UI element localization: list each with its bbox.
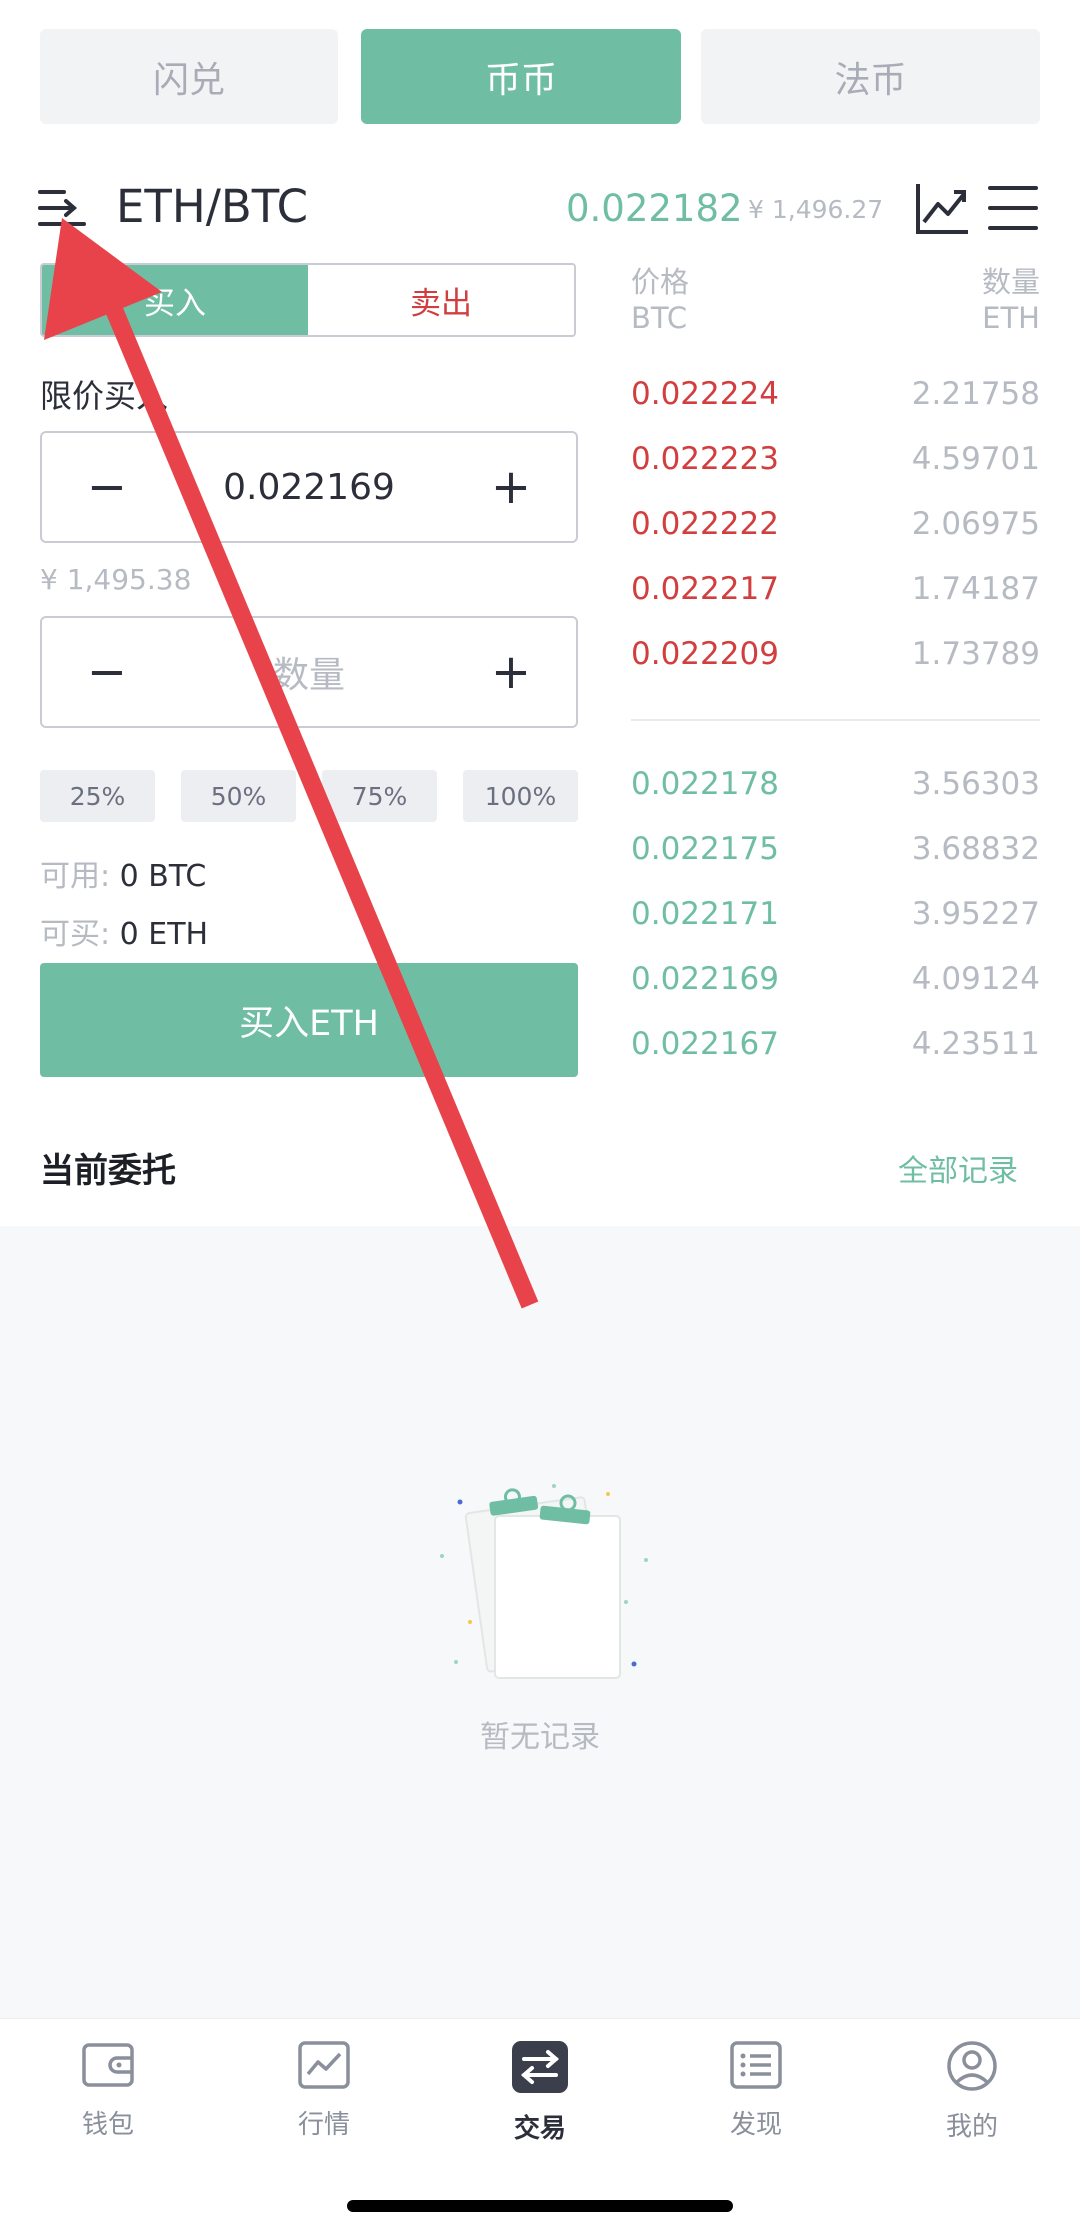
ask-qty: 4.59701	[911, 441, 1040, 477]
nav-label: 钱包	[81, 2110, 134, 2140]
ask-price: 0.022224	[631, 376, 779, 412]
home-indicator	[347, 2200, 733, 2212]
wallet-icon	[82, 2043, 134, 2087]
price-increment-button[interactable]: +	[486, 463, 536, 511]
available-balance: 可用: 0 BTC	[40, 851, 206, 895]
amount-stepper: − 数量 +	[40, 616, 578, 728]
ask-row[interactable]: 0.022223 4.59701	[631, 441, 1040, 477]
order-type-label[interactable]: 限价买入	[40, 371, 168, 417]
bid-price: 0.022175	[631, 831, 779, 867]
qty-header-unit: ETH	[982, 301, 1040, 335]
nav-profile[interactable]: 我的	[864, 2040, 1080, 2143]
nav-wallet[interactable]: 钱包	[0, 2040, 216, 2141]
sell-tab[interactable]: 卖出	[308, 265, 574, 335]
nav-market[interactable]: 行情	[216, 2040, 432, 2141]
percent-25-button[interactable]: 25%	[40, 770, 155, 822]
qty-header-label: 数量	[981, 265, 1040, 299]
can-buy-label: 可买:	[40, 917, 111, 952]
bid-qty: 3.56303	[911, 766, 1040, 802]
bid-qty: 3.68832	[911, 831, 1040, 867]
ask-qty: 2.21758	[911, 376, 1040, 412]
nav-discover[interactable]: 发现	[648, 2040, 864, 2141]
last-price-cny: ¥ 1,496.27	[748, 195, 884, 224]
current-orders-title: 当前委托	[40, 1151, 176, 1191]
can-buy-value: 0 ETH	[119, 917, 209, 952]
last-price: 0.022182	[566, 187, 743, 230]
nav-label: 行情	[297, 2110, 350, 2140]
tab-flash-exchange[interactable]: 闪兑	[40, 29, 338, 124]
nav-label: 我的	[945, 2112, 998, 2142]
nav-label: 交易	[513, 2114, 566, 2144]
order-book-divider	[631, 719, 1040, 721]
market-icon	[298, 2041, 350, 2089]
buy-tab[interactable]: 买入	[42, 265, 308, 335]
list-toggle-icon[interactable]	[38, 184, 90, 236]
tab-coin-coin[interactable]: 币币	[361, 29, 681, 124]
all-records-link[interactable]: 全部记录	[898, 1146, 1018, 1190]
chart-icon[interactable]	[914, 180, 970, 236]
available-label: 可用:	[40, 859, 111, 894]
nav-label: 发现	[729, 2110, 782, 2140]
bid-price: 0.022171	[631, 896, 779, 932]
available-value: 0 BTC	[119, 859, 207, 894]
order-book-price-header: 价格 BTC	[631, 264, 689, 336]
ask-price: 0.022223	[631, 441, 779, 477]
percent-buttons: 25% 50% 75% 100%	[40, 770, 578, 822]
empty-records-text: 暂无记录	[480, 1720, 600, 1755]
ask-price: 0.022209	[631, 636, 779, 672]
ask-row[interactable]: 0.022224 2.21758	[631, 376, 1040, 412]
amount-input[interactable]: 数量	[273, 646, 345, 698]
can-buy-amount: 可买: 0 ETH	[40, 909, 208, 953]
bid-price: 0.022178	[631, 766, 779, 802]
ask-qty: 1.73789	[911, 636, 1040, 672]
bid-row[interactable]: 0.022175 3.68832	[631, 831, 1040, 867]
ask-row[interactable]: 0.022217 1.74187	[631, 571, 1040, 607]
amount-increment-button[interactable]: +	[486, 648, 536, 696]
ask-qty: 2.06975	[911, 506, 1040, 542]
menu-icon[interactable]	[988, 184, 1038, 232]
bid-row[interactable]: 0.022167 4.23511	[631, 1026, 1040, 1062]
ask-price: 0.022217	[631, 571, 779, 607]
percent-100-button[interactable]: 100%	[463, 770, 578, 822]
order-book-qty-header: 数量 ETH	[930, 264, 1040, 336]
bid-qty: 3.95227	[911, 896, 1040, 932]
buy-eth-button[interactable]: 买入ETH	[40, 963, 578, 1077]
bid-price: 0.022169	[631, 961, 779, 997]
bid-row[interactable]: 0.022169 4.09124	[631, 961, 1040, 997]
ask-row[interactable]: 0.022222 2.06975	[631, 506, 1040, 542]
ask-qty: 1.74187	[911, 571, 1040, 607]
price-decrement-button[interactable]: −	[82, 463, 132, 511]
price-cny-estimate: ¥ 1,495.38	[40, 563, 192, 596]
price-input[interactable]: 0.022169	[223, 467, 395, 508]
trade-icon	[512, 2041, 568, 2093]
bid-qty: 4.23511	[911, 1026, 1040, 1062]
empty-clipboard-icon	[440, 1484, 648, 1679]
price-header-unit: BTC	[631, 301, 688, 335]
ask-row[interactable]: 0.022209 1.73789	[631, 636, 1040, 672]
bid-row[interactable]: 0.022178 3.56303	[631, 766, 1040, 802]
buy-sell-toggle: 买入 卖出	[40, 263, 576, 337]
percent-50-button[interactable]: 50%	[181, 770, 296, 822]
ask-price: 0.022222	[631, 506, 779, 542]
bid-price: 0.022167	[631, 1026, 779, 1062]
nav-trade[interactable]: 交易	[432, 2040, 648, 2145]
percent-75-button[interactable]: 75%	[322, 770, 437, 822]
profile-icon	[947, 2041, 997, 2091]
bid-row[interactable]: 0.022171 3.95227	[631, 896, 1040, 932]
discover-icon	[730, 2041, 782, 2089]
amount-decrement-button[interactable]: −	[82, 648, 132, 696]
trading-pair-title[interactable]: ETH/BTC	[116, 180, 308, 233]
bid-qty: 4.09124	[911, 961, 1040, 997]
price-header-label: 价格	[631, 265, 690, 299]
tab-fiat[interactable]: 法币	[701, 29, 1040, 124]
price-stepper: − 0.022169 +	[40, 431, 578, 543]
